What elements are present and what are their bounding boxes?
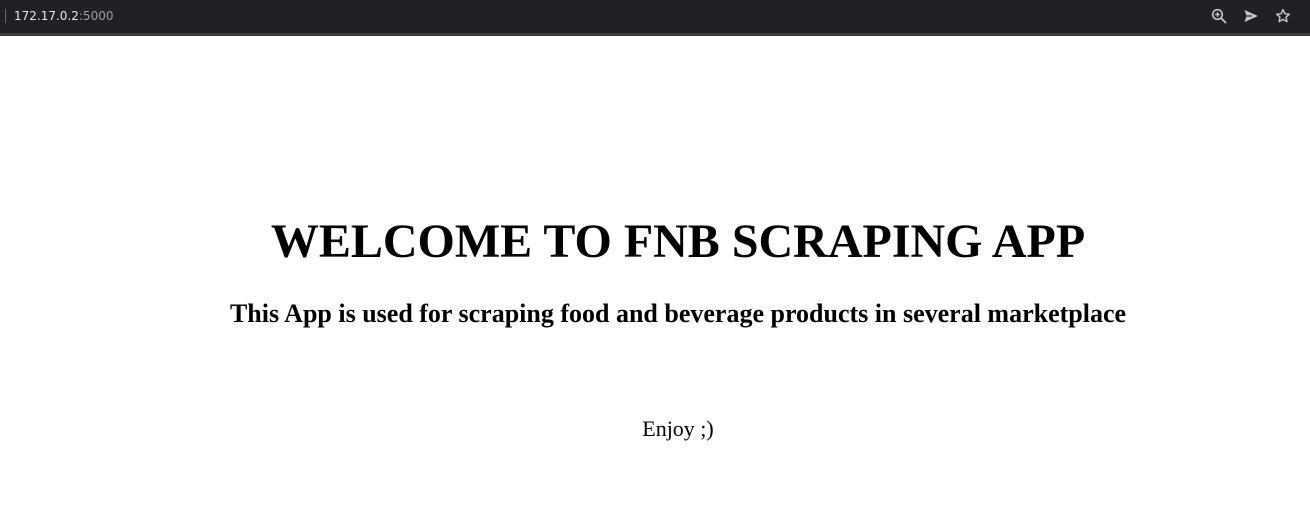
send-icon[interactable] bbox=[1241, 6, 1261, 26]
address-bar[interactable]: 172.17.0.2:5000 bbox=[14, 8, 113, 24]
page-subtitle: This App is used for scraping food and b… bbox=[229, 299, 1127, 328]
star-icon[interactable] bbox=[1273, 6, 1293, 26]
url-divider bbox=[5, 9, 6, 23]
url-port: :5000 bbox=[78, 9, 114, 23]
browser-toolbar: 172.17.0.2:5000 bbox=[0, 0, 1310, 36]
url-host: 172.17.0.2 bbox=[14, 9, 79, 23]
page-content: WELCOME TO FNB SCRAPING APP This App is … bbox=[0, 36, 1310, 516]
page-title: WELCOME TO FNB SCRAPING APP bbox=[270, 215, 1086, 268]
zoom-icon[interactable] bbox=[1209, 6, 1229, 26]
enjoy-text: Enjoy ;) bbox=[642, 416, 714, 441]
